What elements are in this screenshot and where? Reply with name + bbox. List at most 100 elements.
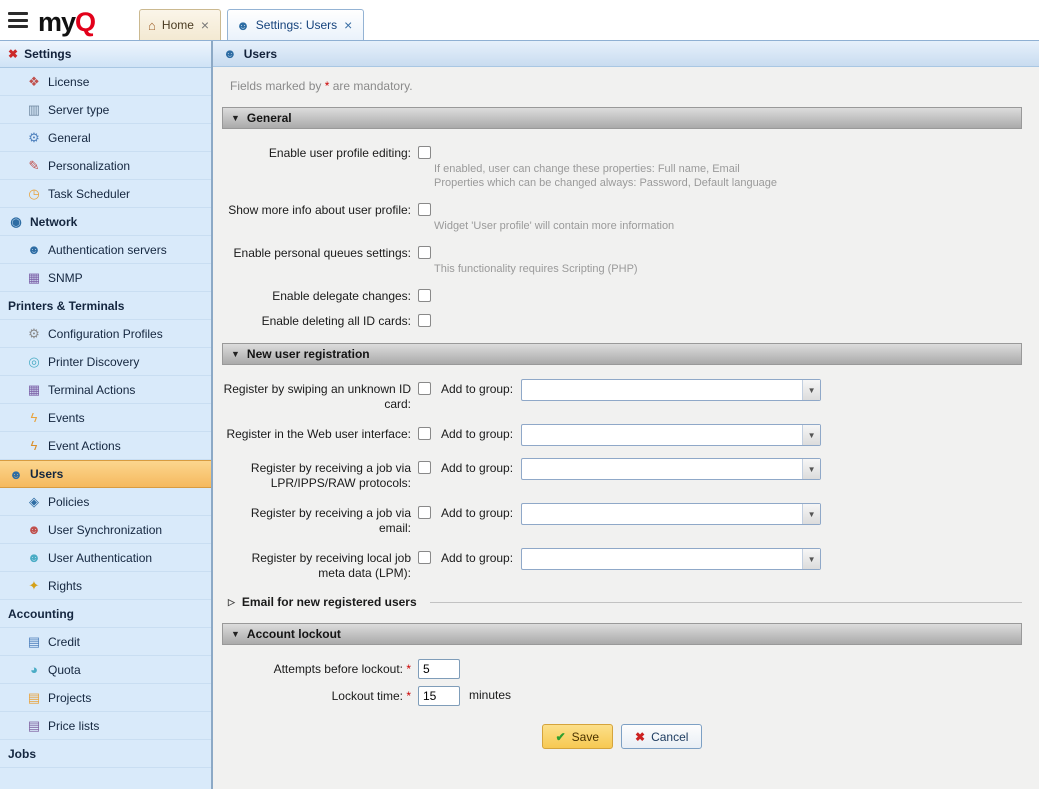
field-label: Enable user profile editing: xyxy=(222,145,418,161)
sidebar-item-terminal-actions[interactable]: ▦Terminal Actions xyxy=(0,376,211,404)
sidebar-item-jobs[interactable]: Jobs xyxy=(0,740,211,768)
sidebar-item-label: Users xyxy=(30,467,63,481)
sidebar-item-projects[interactable]: ▤Projects xyxy=(0,684,211,712)
subsection-email-new-users[interactable]: ▷ Email for new registered users xyxy=(228,595,1022,609)
save-button[interactable]: ✔ Save xyxy=(542,724,613,749)
save-button-label: Save xyxy=(572,730,599,744)
sidebar-item-server-type[interactable]: ▥Server type xyxy=(0,96,211,124)
sidebar-item-label: Quota xyxy=(48,663,81,677)
rights-icon: ✦ xyxy=(26,579,42,592)
sidebar-item-authentication-servers[interactable]: ☻Authentication servers xyxy=(0,236,211,264)
section-header-general[interactable]: ▼ General xyxy=(222,107,1022,129)
dropdown-arrow-icon[interactable]: ▼ xyxy=(802,425,820,445)
sidebar-item-accounting[interactable]: Accounting xyxy=(0,600,211,628)
field-label: Enable personal queues settings: xyxy=(222,245,418,261)
sidebar-item-label: Printers & Terminals xyxy=(8,299,124,313)
checkbox[interactable] xyxy=(418,461,431,474)
group-select[interactable]: ▼ xyxy=(521,379,821,401)
checkbox[interactable] xyxy=(418,314,431,327)
checkbox[interactable] xyxy=(418,382,431,395)
sidebar-item-printers-terminals[interactable]: Printers & Terminals xyxy=(0,292,211,320)
section-account-lockout: ▼ Account lockout Attempts before lockou… xyxy=(222,623,1022,706)
content: Fields marked by * are mandatory. ▼ Gene… xyxy=(213,67,1039,789)
sidebar-item-user-synchronization[interactable]: ☻User Synchronization xyxy=(0,516,211,544)
check-icon: ✔ xyxy=(556,730,566,744)
sidebar-item-credit[interactable]: ▤Credit xyxy=(0,628,211,656)
credit-icon: ▤ xyxy=(26,635,42,648)
dropdown-arrow-icon[interactable]: ▼ xyxy=(802,549,820,569)
sidebar-item-policies[interactable]: ◈Policies xyxy=(0,488,211,516)
sidebar-item-general[interactable]: ⚙ General xyxy=(0,124,211,152)
sidebar-item-printer-discovery[interactable]: ◎Printer Discovery xyxy=(0,348,211,376)
sidebar-item-label: User Synchronization xyxy=(48,523,162,537)
form-row: Attempts before lockout: * xyxy=(222,661,1022,679)
dropdown-arrow-icon[interactable]: ▼ xyxy=(802,380,820,400)
dropdown-arrow-icon[interactable]: ▼ xyxy=(802,504,820,524)
tab-close-icon[interactable]: × xyxy=(200,18,210,32)
sidebar-item-license[interactable]: ❖License xyxy=(0,68,211,96)
group-select[interactable]: ▼ xyxy=(521,424,821,446)
tab-label: Settings: Users xyxy=(256,18,337,32)
sidebar-item-label: General xyxy=(48,131,91,145)
form-row: Register by receiving local job meta dat… xyxy=(222,550,1022,581)
sidebar-item-events[interactable]: ϟEvents xyxy=(0,404,211,432)
add-to-group-label: Add to group: xyxy=(441,551,513,565)
sidebar-item-label: Personalization xyxy=(48,159,130,173)
section-title: Account lockout xyxy=(247,627,341,641)
field-control: If enabled, user can change these proper… xyxy=(418,145,777,190)
checkbox[interactable] xyxy=(418,146,431,159)
sidebar-item-price-lists[interactable]: ▤Price lists xyxy=(0,712,211,740)
tab-close-icon[interactable]: × xyxy=(343,18,353,32)
price-lists-icon: ▤ xyxy=(26,719,42,732)
checkbox[interactable] xyxy=(418,506,431,519)
sidebar-item-label: Network xyxy=(30,215,77,229)
sidebar-item-personalization[interactable]: ✎Personalization xyxy=(0,152,211,180)
sidebar-item-user-authentication[interactable]: ☻User Authentication xyxy=(0,544,211,572)
action-buttons: ✔ Save ✖ Cancel xyxy=(222,724,1022,749)
checkbox[interactable] xyxy=(418,551,431,564)
sidebar-item-users[interactable]: ☻ Users xyxy=(0,460,211,488)
group-select[interactable]: ▼ xyxy=(521,458,821,480)
cancel-button[interactable]: ✖ Cancel xyxy=(621,724,702,749)
general-rows: Enable user profile editing: If enabled, … xyxy=(222,145,1022,329)
general-icon: ⚙ xyxy=(26,131,42,144)
group-select[interactable]: ▼ xyxy=(521,503,821,525)
section-header-registration[interactable]: ▼ New user registration xyxy=(222,343,1022,365)
checkbox[interactable] xyxy=(418,289,431,302)
sidebar-item-event-actions[interactable]: ϟEvent Actions xyxy=(0,432,211,460)
checkbox[interactable] xyxy=(418,246,431,259)
sidebar-item-quota[interactable]: ◕Quota xyxy=(0,656,211,684)
help-text: This functionality requires Scripting (P… xyxy=(434,262,638,276)
menu-icon[interactable] xyxy=(8,12,28,28)
tab-home[interactable]: ⌂Home× xyxy=(139,9,221,40)
field-label: Register by receiving a job via email: xyxy=(222,505,418,536)
checkbox[interactable] xyxy=(418,427,431,440)
tab-label: Home xyxy=(162,18,194,32)
lockout-input[interactable] xyxy=(418,686,460,706)
lockout-input[interactable] xyxy=(418,659,460,679)
main-layout: ✖ Settings ❖License▥Server type⚙General✎… xyxy=(0,41,1039,789)
mandatory-star: * xyxy=(406,662,411,676)
sidebar-item-network[interactable]: ◉Network xyxy=(0,208,211,236)
sidebar-item-task-scheduler[interactable]: ◷Task Scheduler xyxy=(0,180,211,208)
section-header-lockout[interactable]: ▼ Account lockout xyxy=(222,623,1022,645)
form-row: Enable deleting all ID cards: xyxy=(222,313,1022,329)
sidebar-item-snmp[interactable]: ▦SNMP xyxy=(0,264,211,292)
tab-settings-users[interactable]: ☻Settings: Users× xyxy=(227,9,364,40)
form-row: Lockout time: *minutes xyxy=(222,688,1022,706)
page-header: ☻ Users xyxy=(213,41,1039,67)
group-select[interactable]: ▼ xyxy=(521,548,821,570)
form-row: Register by receiving a job via LPR/IPPS… xyxy=(222,460,1022,491)
sidebar-item-configuration-profiles[interactable]: ⚙Configuration Profiles xyxy=(0,320,211,348)
page-title: Users xyxy=(244,47,277,61)
checkbox[interactable] xyxy=(418,203,431,216)
form-row: Show more info about user profile:Widget… xyxy=(222,202,1022,233)
users-icon: ☻ xyxy=(8,468,24,481)
sidebar-item-rights[interactable]: ✦Rights xyxy=(0,572,211,600)
sidebar-item-label: Policies xyxy=(48,495,89,509)
help-text: If enabled, user can change these proper… xyxy=(434,162,777,190)
cross-icon: ✖ xyxy=(635,730,645,744)
dropdown-arrow-icon[interactable]: ▼ xyxy=(802,459,820,479)
printer-discovery-icon: ◎ xyxy=(26,355,42,368)
add-to-group-label: Add to group: xyxy=(441,427,513,441)
